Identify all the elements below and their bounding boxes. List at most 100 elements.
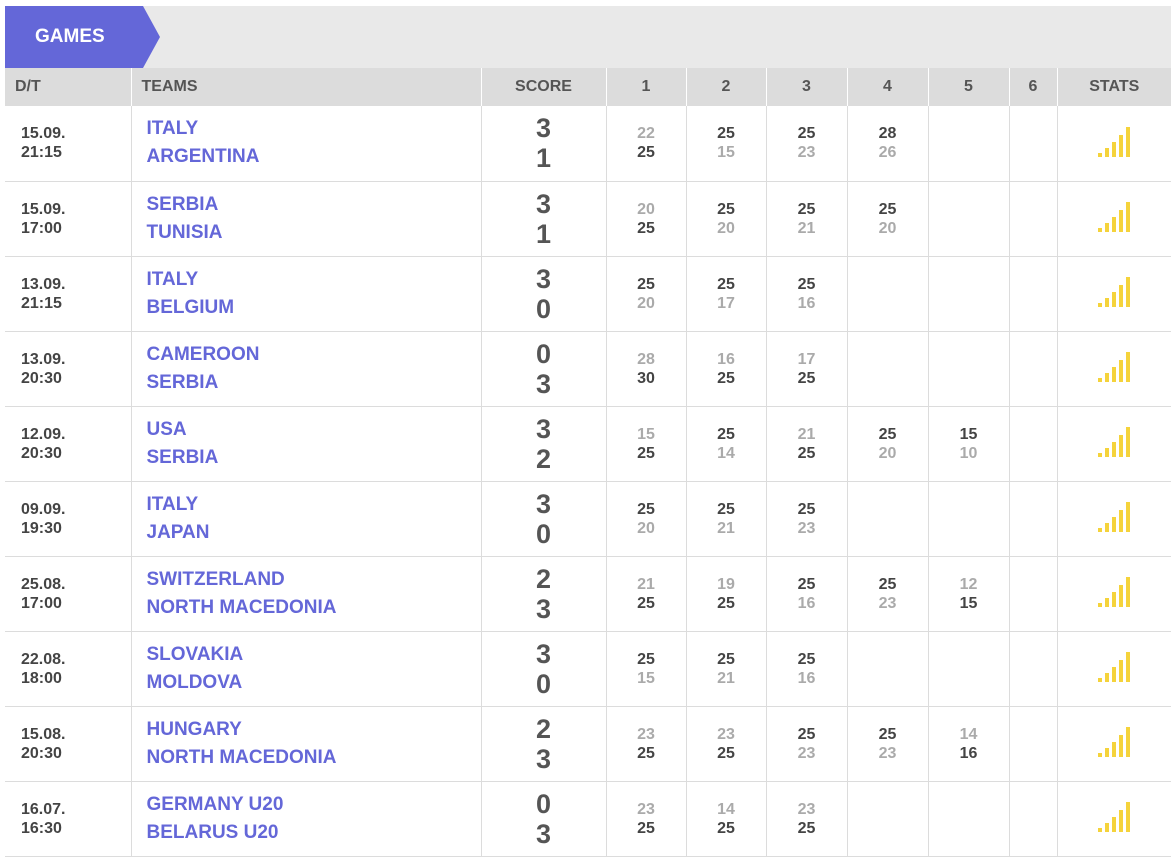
datetime-cell: 16.07. 16:30 — [5, 781, 131, 857]
table-row[interactable]: 22.08. 18:00 SLOVAKIA MOLDOVA 3 0 25 15 25 21 25 16 — [5, 631, 1171, 707]
teams-cell: SERBIA TUNISIA — [130, 181, 481, 257]
score-cell: 23 — [480, 706, 606, 782]
set-6-cell — [1008, 256, 1057, 332]
stats-cell[interactable] — [1056, 631, 1171, 707]
match-date: 12.09. — [21, 425, 66, 443]
signal-bars-icon[interactable] — [1098, 200, 1131, 232]
stats-cell[interactable] — [1056, 181, 1171, 257]
set-score-home: 25 — [797, 500, 816, 518]
stats-cell[interactable] — [1056, 706, 1171, 782]
set-1-cell: 20 25 — [605, 181, 686, 257]
team-home-link[interactable]: CAMEROON — [147, 341, 481, 369]
set-score-home: 25 — [797, 650, 816, 668]
team-home-link[interactable]: ITALY — [147, 491, 481, 519]
set-score-away: 16 — [959, 744, 978, 762]
set-score-home: 25 — [797, 200, 816, 218]
team-home-link[interactable]: ITALY — [147, 266, 481, 294]
table-row[interactable]: 13.09. 21:15 ITALY BELGIUM 3 0 25 20 25 17 25 16 — [5, 256, 1171, 332]
set-6-cell — [1008, 331, 1057, 407]
set-3-cell: 25 21 — [765, 181, 847, 257]
teams-cell: HUNGARY NORTH MACEDONIA — [130, 706, 481, 782]
set-2-cell: 14 25 — [685, 781, 766, 857]
set-4-cell: 25 23 — [846, 706, 928, 782]
team-home-link[interactable]: ITALY — [147, 115, 481, 143]
set-score-away: 21 — [717, 519, 735, 537]
set-score-away: 25 — [637, 744, 655, 762]
signal-bars-icon[interactable] — [1098, 500, 1131, 532]
set-score-away: 25 — [637, 594, 655, 612]
set-score-away: 20 — [637, 519, 655, 537]
table-row[interactable]: 13.09. 20:30 CAMEROON SERBIA 0 3 28 30 16 25 17 25 — [5, 331, 1171, 407]
team-home-link[interactable]: SWITZERLAND — [147, 566, 481, 594]
set-score-away: 20 — [878, 444, 897, 462]
team-home-link[interactable]: HUNGARY — [147, 716, 481, 744]
score-home: 3 — [535, 113, 552, 144]
signal-bars-icon[interactable] — [1098, 800, 1131, 832]
table-row[interactable]: 16.07. 16:30 GERMANY U20 BELARUS U20 0 3 23 25 1… — [5, 781, 1171, 857]
match-date: 13.09. — [21, 350, 66, 368]
stats-cell[interactable] — [1056, 481, 1171, 557]
signal-bars-icon[interactable] — [1098, 125, 1131, 157]
signal-bars-icon[interactable] — [1098, 575, 1131, 607]
set-1-cell: 25 15 — [605, 631, 686, 707]
signal-bars-icon[interactable] — [1098, 650, 1131, 682]
stats-cell[interactable] — [1056, 781, 1171, 857]
set-score-away: 20 — [717, 219, 735, 237]
team-away-link[interactable]: ARGENTINA — [147, 143, 481, 171]
team-away-link[interactable]: TUNISIA — [147, 219, 481, 247]
set-6-cell — [1008, 781, 1057, 857]
header-set-2: 2 — [685, 68, 766, 106]
set-score-home: 25 — [797, 725, 816, 743]
set-5-cell — [927, 181, 1009, 257]
set-1-cell: 22 25 — [605, 106, 686, 182]
tab-games[interactable]: GAMES — [5, 6, 160, 68]
stats-cell[interactable] — [1056, 106, 1171, 182]
stats-cell[interactable] — [1056, 406, 1171, 482]
signal-bars-icon[interactable] — [1098, 725, 1131, 757]
match-date: 15.09. — [21, 125, 66, 143]
signal-bars-icon[interactable] — [1098, 425, 1131, 457]
team-away-link[interactable]: JAPAN — [147, 519, 481, 547]
score-home: 3 — [535, 638, 552, 669]
team-away-link[interactable]: SERBIA — [147, 444, 481, 472]
set-score-home: 17 — [797, 350, 816, 368]
table-row[interactable]: 25.08. 17:00 SWITZERLAND NORTH MACEDONIA 2 3 2… — [5, 556, 1171, 632]
team-away-link[interactable]: BELGIUM — [147, 294, 481, 322]
stats-cell[interactable] — [1056, 256, 1171, 332]
score-home: 3 — [535, 263, 552, 294]
teams-cell: GERMANY U20 BELARUS U20 — [130, 781, 481, 857]
score-home: 0 — [535, 788, 552, 819]
set-5-cell — [927, 481, 1009, 557]
set-5-cell — [927, 331, 1009, 407]
team-away-link[interactable]: MOLDOVA — [147, 669, 481, 697]
set-6-cell — [1008, 556, 1057, 632]
match-date: 15.09. — [21, 200, 66, 218]
set-1-cell: 25 20 — [605, 481, 686, 557]
set-score-away: 25 — [717, 369, 735, 387]
set-score-away: 15 — [959, 594, 978, 612]
stats-cell[interactable] — [1056, 331, 1171, 407]
signal-bars-icon[interactable] — [1098, 275, 1131, 307]
set-3-cell: 25 23 — [765, 706, 847, 782]
team-home-link[interactable]: SLOVAKIA — [147, 641, 481, 669]
table-row[interactable]: 12.09. 20:30 USA SERBIA 3 2 15 25 25 14 21 25 25 20 15… — [5, 406, 1171, 482]
team-home-link[interactable]: GERMANY U20 — [147, 791, 481, 819]
team-away-link[interactable]: NORTH MACEDONIA — [147, 744, 481, 772]
signal-bars-icon[interactable] — [1098, 350, 1131, 382]
set-score-away: 17 — [717, 294, 735, 312]
team-home-link[interactable]: USA — [147, 416, 481, 444]
team-away-link[interactable]: SERBIA — [147, 369, 481, 397]
team-away-link[interactable]: BELARUS U20 — [147, 819, 481, 847]
set-score-home: 25 — [637, 650, 655, 668]
table-row[interactable]: 15.08. 20:30 HUNGARY NORTH MACEDONIA 2 3 23 25 2… — [5, 706, 1171, 782]
table-row[interactable]: 15.09. 21:15 ITALY ARGENTINA 3 1 22 25 25 15 25 23 2… — [5, 106, 1171, 182]
header-set-4: 4 — [846, 68, 928, 106]
match-date: 22.08. — [21, 650, 66, 668]
team-away-link[interactable]: NORTH MACEDONIA — [147, 594, 481, 622]
set-score-home: 25 — [797, 125, 816, 143]
table-row[interactable]: 09.09. 19:30 ITALY JAPAN 3 0 25 20 25 21 25 23 — [5, 481, 1171, 557]
team-home-link[interactable]: SERBIA — [147, 191, 481, 219]
stats-cell[interactable] — [1056, 556, 1171, 632]
table-row[interactable]: 15.09. 17:00 SERBIA TUNISIA 3 1 20 25 25 20 25 21 25… — [5, 181, 1171, 257]
games-table: D/T TEAMS SCORE 1 2 3 4 5 6 STATS 15.09.… — [5, 68, 1171, 857]
